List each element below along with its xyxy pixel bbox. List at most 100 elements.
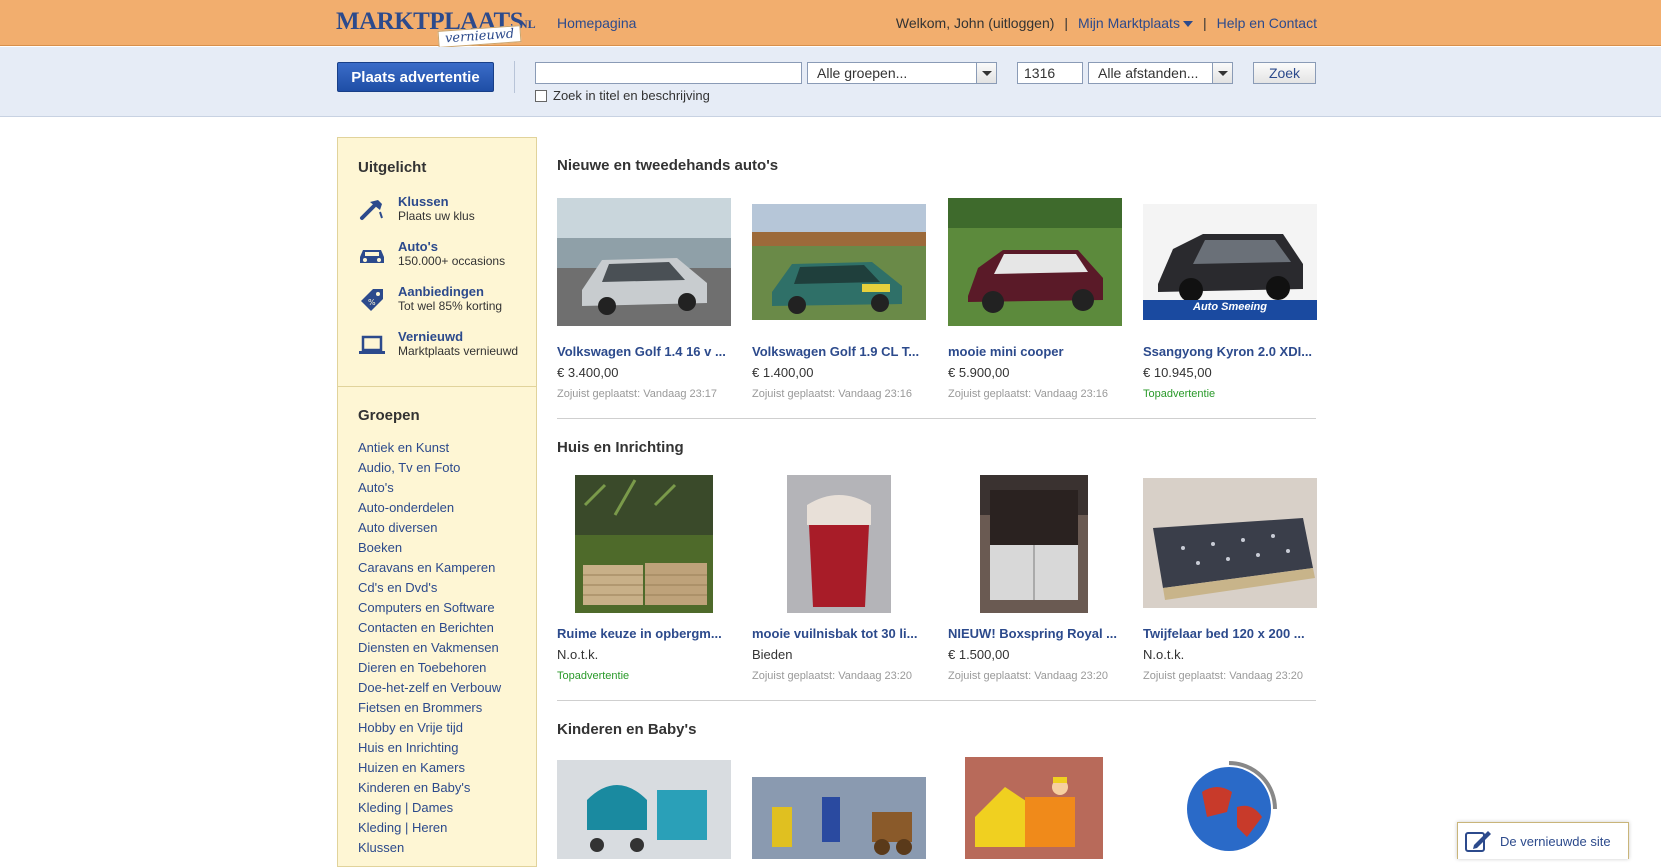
- listing-photo-silver-golf[interactable]: [557, 198, 731, 326]
- featured-subtitle: 150.000+ occasions: [398, 254, 506, 268]
- group-link[interactable]: Caravans en Kamperen: [358, 558, 501, 578]
- featured-item-klussen[interactable]: Klussen Plaats uw klus: [358, 194, 533, 234]
- listing-meta: Zojuist geplaatst: Vandaag 23:16: [752, 388, 913, 400]
- listing-photo-globe[interactable]: [1177, 757, 1285, 859]
- groups-list: Antiek en Kunst Audio, Tv en Foto Auto's…: [358, 438, 501, 858]
- title-desc-option: Zoek in titel en beschrijving: [535, 88, 710, 103]
- listing-title[interactable]: Volkswagen Golf 1.4 16 v ...: [557, 344, 732, 359]
- homepage-link[interactable]: Homepagina: [557, 15, 636, 31]
- group-select-value: Alle groepen...: [817, 65, 908, 81]
- hammer-icon: [360, 200, 383, 220]
- my-marktplaats-menu[interactable]: Mijn Marktplaats: [1078, 15, 1193, 31]
- price-tag-icon: %: [361, 289, 383, 311]
- group-link[interactable]: Antiek en Kunst: [358, 438, 501, 458]
- listing-price: € 5.900,00: [948, 365, 1010, 380]
- listing-photo-playmobil[interactable]: [752, 777, 926, 859]
- chevron-down-icon: [1182, 21, 1193, 28]
- logo-nl: NL: [519, 17, 536, 31]
- section-heading-cars: Nieuwe en tweedehands auto's: [557, 157, 779, 174]
- distance-select-value: Alle afstanden...: [1098, 65, 1199, 81]
- svg-text:%: %: [368, 298, 376, 307]
- listing-meta: Zojuist geplaatst: Vandaag 23:16: [948, 388, 1109, 400]
- group-link[interactable]: Auto's: [358, 478, 501, 498]
- group-link[interactable]: Auto diversen: [358, 518, 501, 538]
- place-ad-button[interactable]: Plaats advertentie: [337, 62, 494, 92]
- listing-meta: Zojuist geplaatst: Vandaag 23:20: [948, 670, 1109, 682]
- listing-price: € 10.945,00: [1143, 365, 1212, 380]
- listing-price: € 1.500,00: [948, 647, 1010, 662]
- welcome-logout-link[interactable]: Welkom, John (uitloggen): [896, 15, 1054, 31]
- marktplaats-logo[interactable]: MARKTPLAATS NL vernieuwd: [336, 8, 536, 48]
- group-link[interactable]: Kleding | Dames: [358, 798, 501, 818]
- feedback-pen-icon: [1465, 831, 1491, 852]
- listing-price: € 1.400,00: [752, 365, 814, 380]
- zipcode-input[interactable]: [1017, 62, 1083, 84]
- search-button[interactable]: Zoek: [1253, 62, 1316, 84]
- listing-price: Bieden: [752, 647, 793, 662]
- listing-price: N.o.t.k.: [557, 647, 599, 662]
- group-select[interactable]: Alle groepen...: [807, 62, 997, 84]
- group-link[interactable]: Hobby en Vrije tijd: [358, 718, 501, 738]
- featured-item-autos[interactable]: Auto's 150.000+ occasions: [358, 239, 533, 279]
- group-link[interactable]: Klussen: [358, 838, 501, 858]
- section-divider: [557, 418, 1316, 419]
- featured-subtitle: Marktplaats vernieuwd: [398, 344, 519, 358]
- group-link[interactable]: Diensten en Vakmensen: [358, 638, 501, 658]
- listing-meta: Zojuist geplaatst: Vandaag 23:20: [752, 670, 913, 682]
- help-contact-link[interactable]: Help en Contact: [1217, 15, 1317, 31]
- group-link[interactable]: Computers en Software: [358, 598, 501, 618]
- group-link[interactable]: Cd's en Dvd's: [358, 578, 501, 598]
- listing-photo-bed[interactable]: [1143, 478, 1317, 608]
- dropdown-arrow-icon[interactable]: [976, 63, 996, 83]
- feedback-tab[interactable]: De vernieuwde site: [1457, 822, 1629, 859]
- listing-photo-toy-digger[interactable]: [965, 757, 1103, 859]
- listing-photo-baskets[interactable]: [575, 475, 713, 613]
- listing-title[interactable]: NIEUW! Boxspring Royal ...: [948, 626, 1123, 641]
- search-input[interactable]: [535, 62, 802, 84]
- section-heading-kids: Kinderen en Baby's: [557, 721, 697, 738]
- listing-title[interactable]: Ssangyong Kyron 2.0 XDI...: [1143, 344, 1318, 359]
- listing-photo-trash-bin[interactable]: [787, 475, 891, 613]
- featured-item-aanbiedingen[interactable]: % Aanbiedingen Tot wel 85% korting: [358, 284, 533, 324]
- divider: [514, 61, 515, 93]
- group-link[interactable]: Dieren en Toebehoren: [358, 658, 501, 678]
- group-link[interactable]: Doe-het-zelf en Verbouw: [358, 678, 501, 698]
- featured-title: Aanbiedingen: [398, 284, 484, 299]
- top-header: MARKTPLAATS NL vernieuwd Homepagina Welk…: [0, 0, 1661, 48]
- nav-separator: |: [1064, 15, 1069, 31]
- laptop-icon: [359, 335, 385, 354]
- listing-title[interactable]: Volkswagen Golf 1.9 CL T...: [752, 344, 927, 359]
- group-link[interactable]: Audio, Tv en Foto: [358, 458, 501, 478]
- group-link[interactable]: Huizen en Kamers: [358, 758, 501, 778]
- group-link[interactable]: Boeken: [358, 538, 501, 558]
- listing-photo-green-golf[interactable]: [752, 204, 926, 320]
- title-desc-label: Zoek in titel en beschrijving: [553, 88, 710, 103]
- featured-title: Klussen: [398, 194, 449, 209]
- group-link[interactable]: Kleding | Heren: [358, 818, 501, 838]
- top-ad-label: Topadvertentie: [557, 670, 630, 682]
- listing-meta: Zojuist geplaatst: Vandaag 23:20: [1143, 670, 1304, 682]
- listing-price: € 3.400,00: [557, 365, 619, 380]
- group-link[interactable]: Auto-onderdelen: [358, 498, 501, 518]
- my-marktplaats-label: Mijn Marktplaats: [1078, 15, 1180, 31]
- dropdown-arrow-icon[interactable]: [1212, 63, 1232, 83]
- listing-photo-mini-cooper[interactable]: [948, 198, 1122, 326]
- listing-title[interactable]: Ruime keuze in opbergm...: [557, 626, 732, 641]
- featured-heading: Uitgelicht: [358, 159, 427, 176]
- listing-title[interactable]: Twijfelaar bed 120 x 200 ...: [1143, 626, 1318, 641]
- listing-price: N.o.t.k.: [1143, 647, 1185, 662]
- listing-title[interactable]: mooie vuilnisbak tot 30 li...: [752, 626, 927, 641]
- group-link[interactable]: Fietsen en Brommers: [358, 698, 501, 718]
- listing-photo-boxspring[interactable]: [980, 475, 1088, 613]
- listing-title[interactable]: mooie mini cooper: [948, 344, 1123, 359]
- listing-photo-stroller[interactable]: [557, 760, 731, 859]
- user-nav: Welkom, John (uitloggen) | Mijn Marktpla…: [896, 15, 1317, 31]
- title-desc-checkbox[interactable]: [535, 89, 547, 102]
- group-link[interactable]: Kinderen en Baby's: [358, 778, 501, 798]
- featured-subtitle: Plaats uw klus: [398, 209, 475, 223]
- distance-select[interactable]: Alle afstanden...: [1088, 62, 1233, 84]
- featured-item-vernieuwd[interactable]: Vernieuwd Marktplaats vernieuwd: [358, 329, 533, 369]
- group-link[interactable]: Huis en Inrichting: [358, 738, 501, 758]
- featured-title: Auto's: [398, 239, 438, 254]
- group-link[interactable]: Contacten en Berichten: [358, 618, 501, 638]
